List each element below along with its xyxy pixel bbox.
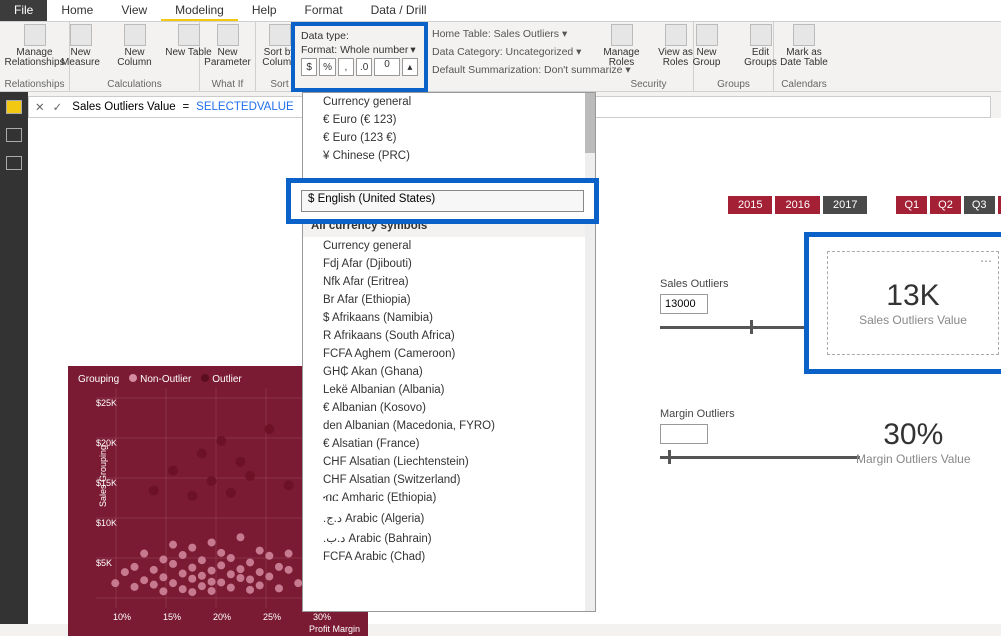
format-tab[interactable]: Format [291, 0, 357, 21]
data-category-dropdown[interactable]: Data Category: Uncategorized ▾ [432, 43, 631, 61]
year-button[interactable]: 2015 [728, 196, 772, 214]
modeling-tab[interactable]: Modeling [161, 0, 238, 21]
currency-option[interactable]: د.ب.‏ Arabic (Bahrain) [303, 528, 595, 548]
format-dropdown[interactable]: Format: Whole number [301, 44, 408, 56]
dax-function: SELECTEDVALUE [196, 101, 294, 113]
new-measure-button[interactable]: New Measure [57, 24, 105, 68]
decimal-icon[interactable]: .0 [356, 58, 372, 76]
view-rail [0, 92, 28, 624]
x-axis-label: Profit Margin [309, 624, 360, 634]
slider-handle-icon[interactable] [668, 450, 671, 464]
currency-option[interactable]: CHF Alsatian (Liechtenstein) [303, 453, 595, 471]
card-caption: Margin Outliers Value [856, 452, 971, 466]
home-table-dropdown[interactable]: Home Table: Sales Outliers ▾ [432, 25, 631, 43]
margin-outliers-slicer: Margin Outliers [660, 408, 860, 459]
currency-option[interactable]: Currency general [303, 237, 595, 255]
quarter-button[interactable]: Q1 [896, 196, 927, 214]
slicer-label: Margin Outliers [660, 408, 860, 420]
manage-relationships-button[interactable]: Manage Relationships [11, 24, 59, 68]
scrollbar-thumb[interactable] [585, 93, 595, 153]
currency-option[interactable]: د.ج.‏ Arabic (Algeria) [303, 508, 595, 528]
currency-search-highlight: $ English (United States) [286, 178, 599, 224]
margin-outliers-input[interactable] [660, 424, 708, 444]
view-tab[interactable]: View [107, 0, 161, 21]
sales-outliers-input[interactable] [660, 294, 708, 314]
currency-format-dropdown[interactable]: Currency general€ Euro (€ 123)€ Euro (12… [302, 92, 596, 612]
mark-date-table-button[interactable]: Mark as Date Table [780, 24, 828, 68]
quarter-button[interactable]: Q2 [930, 196, 961, 214]
year-button[interactable]: 2016 [775, 196, 819, 214]
spinner-arrows-icon[interactable]: ▴ [402, 58, 418, 76]
currency-option[interactable]: Lekë Albanian (Albania) [303, 381, 595, 399]
new-column-button[interactable]: New Column [111, 24, 159, 68]
group-label: Relationships [4, 79, 64, 90]
data-drill-tab[interactable]: Data / Drill [357, 0, 441, 21]
property-dropdowns: Home Table: Sales Outliers ▾ Data Catego… [432, 25, 631, 79]
comma-button[interactable]: , [338, 58, 354, 76]
year-button[interactable]: 2017 [823, 196, 867, 214]
card-visual[interactable]: ⋯ 13K Sales Outliers Value [827, 251, 999, 355]
sales-outliers-card-highlight: ⋯ 13K Sales Outliers Value [804, 232, 1001, 374]
currency-option[interactable]: FCFA Aghem (Cameroon) [303, 345, 595, 363]
currency-option[interactable]: $ Afrikaans (Namibia) [303, 309, 595, 327]
currency-option[interactable]: ¥ Chinese (PRC) [303, 147, 595, 165]
currency-option[interactable]: R Afrikaans (South Africa) [303, 327, 595, 345]
format-panel-highlight: Data type: Format: Whole number▾ $ % , .… [291, 22, 428, 92]
currency-option[interactable]: ብር Amharic (Ethiopia) [303, 489, 595, 508]
currency-option[interactable]: € Albanian (Kosovo) [303, 399, 595, 417]
card-value: 13K [886, 279, 939, 313]
currency-option[interactable]: FCFA Arabic (Chad) [303, 548, 595, 566]
currency-option[interactable]: Nfk Afar (Eritrea) [303, 273, 595, 291]
currency-option[interactable]: Br Afar (Ethiopia) [303, 291, 595, 309]
quarter-button[interactable]: Q3 [964, 196, 995, 214]
commit-icon[interactable]: ✓ [53, 100, 63, 114]
card-caption: Sales Outliers Value [859, 313, 967, 327]
default-summarization-dropdown[interactable]: Default Summarization: Don't summarize ▾ [432, 61, 631, 79]
margin-outliers-card[interactable]: 30% Margin Outliers Value [856, 418, 971, 466]
model-view-icon[interactable] [6, 156, 22, 170]
help-tab[interactable]: Help [238, 0, 291, 21]
currency-option[interactable]: Currency general [303, 93, 595, 111]
currency-option[interactable]: CHF Alsatian (Switzerland) [303, 471, 595, 489]
slider-track[interactable] [660, 456, 860, 459]
legend-dot-icon [129, 374, 137, 382]
new-group-button[interactable]: New Group [683, 24, 731, 68]
currency-button[interactable]: $ [301, 58, 317, 76]
percent-button[interactable]: % [319, 58, 335, 76]
data-view-icon[interactable] [6, 128, 22, 142]
currency-option[interactable]: den Albanian (Macedonia, FYRO) [303, 417, 595, 435]
currency-option[interactable]: € Euro (€ 123) [303, 111, 595, 129]
ribbon: Manage Relationships Relationships New M… [0, 22, 1001, 92]
home-tab[interactable]: Home [47, 0, 107, 21]
currency-option[interactable]: € Alsatian (France) [303, 435, 595, 453]
currency-option[interactable]: € Euro (123 €) [303, 129, 595, 147]
currency-option[interactable]: GH₵ Akan (Ghana) [303, 363, 595, 381]
new-parameter-button[interactable]: New Parameter [204, 24, 252, 68]
report-view-icon[interactable] [6, 100, 22, 114]
currency-option[interactable]: Fdj Afar (Djibouti) [303, 255, 595, 273]
legend-dot-icon [201, 374, 209, 382]
card-value: 30% [856, 418, 971, 452]
data-type-label: Data type: [301, 30, 349, 42]
scrollbar[interactable] [585, 93, 595, 611]
decimal-places-spinner[interactable]: 0 [374, 58, 399, 76]
legend-title: Grouping [78, 374, 119, 385]
slider-handle-icon[interactable] [750, 320, 753, 334]
file-tab[interactable]: File [0, 0, 47, 21]
menu-tabs: File Home View Modeling Help Format Data… [0, 0, 1001, 22]
cancel-icon[interactable]: ✕ [35, 100, 45, 114]
quarter-button[interactable]: Q4 [998, 196, 1001, 214]
currency-search-input[interactable]: $ English (United States) [301, 190, 584, 212]
measure-name: Sales Outliers Value [72, 101, 175, 113]
year-slicer: 2015 2016 2017 Q1 Q2 Q3 Q4 [728, 196, 1001, 214]
visual-options-icon[interactable]: ⋯ [980, 254, 994, 268]
